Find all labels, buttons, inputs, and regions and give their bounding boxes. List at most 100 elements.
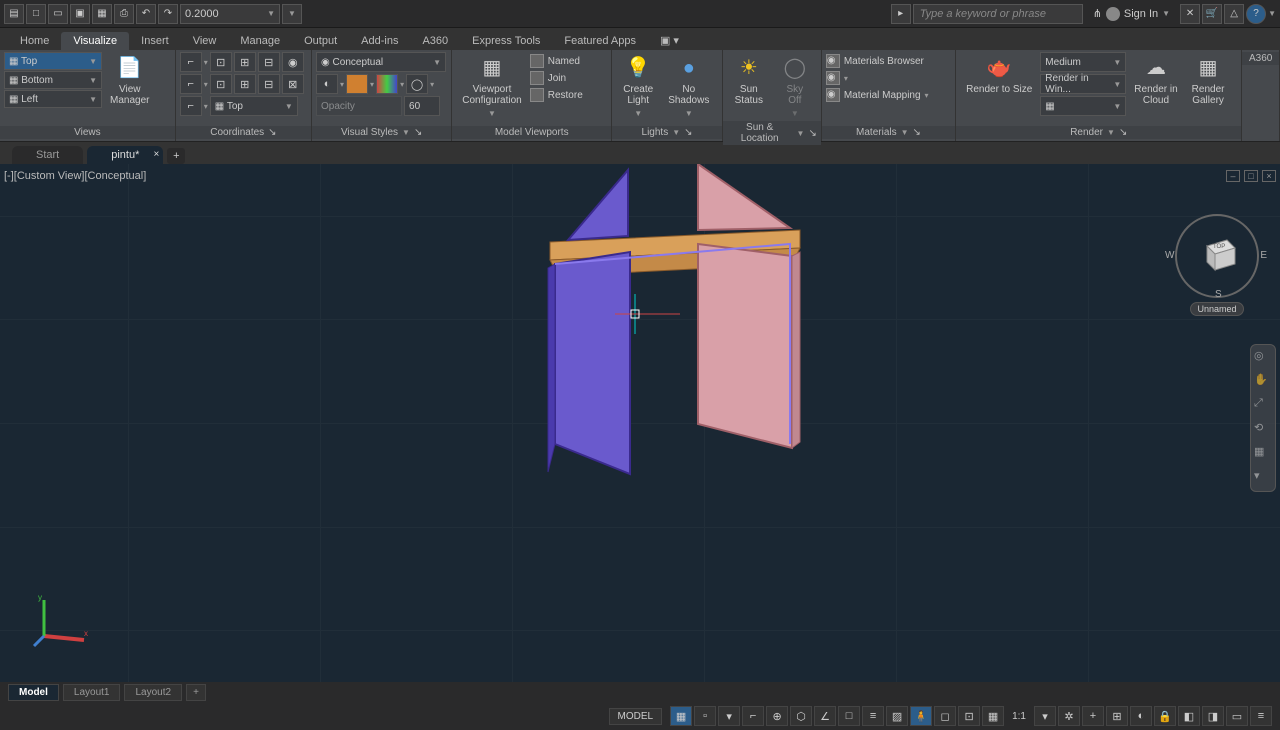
ucs-icon-btn[interactable]: ⌐ [180, 52, 202, 72]
ucs-origin-btn[interactable]: ⊟ [258, 52, 280, 72]
tab-a360[interactable]: A360 [410, 32, 460, 50]
scale-combo[interactable]: 0.2000 ▼ [180, 4, 280, 24]
qat-dropdown[interactable]: ▼ [282, 4, 302, 24]
render-to-size-button[interactable]: 🫖 Render to Size [960, 52, 1038, 97]
selection-filter-icon[interactable]: ▦ [982, 706, 1004, 726]
app-menu-icon[interactable]: ▤ [4, 4, 24, 24]
named-views-list[interactable]: ▦ Top▼ ▦ Bottom▼ ▦ Left▼ [4, 52, 102, 108]
workspace-icon[interactable]: ✲ [1058, 706, 1080, 726]
grid-display-icon[interactable]: ▦ [670, 706, 692, 726]
clean-screen-icon[interactable]: ▭ [1226, 706, 1248, 726]
open-icon[interactable]: ▭ [48, 4, 68, 24]
view-manager-button[interactable]: 📄 View Manager [104, 52, 155, 108]
saveas-icon[interactable]: ▦ [92, 4, 112, 24]
stay-connected-icon[interactable]: △ [1224, 4, 1244, 24]
quick-properties-icon[interactable]: ◐ [1130, 706, 1152, 726]
material-mapping-button[interactable]: ◉Material Mapping ▾ [826, 88, 929, 102]
selection-cycling-icon[interactable]: 🧍 [910, 706, 932, 726]
print-icon[interactable]: ⎙ [114, 4, 134, 24]
annotation-monitor-icon[interactable]: + [1082, 706, 1104, 726]
3d-osnap-icon[interactable]: ◻ [934, 706, 956, 726]
close-tab-icon[interactable]: × [154, 149, 160, 160]
ucs-world-btn[interactable]: ⊡ [210, 52, 232, 72]
search-dropdown[interactable]: ▸ [891, 4, 911, 24]
annotation-dropdown-icon[interactable]: ▾ [1034, 706, 1056, 726]
transparency-icon[interactable]: ▨ [886, 706, 908, 726]
ortho-mode-icon[interactable]: ⌐ [742, 706, 764, 726]
ribbon-expand-icon[interactable]: ▣ ▾ [648, 31, 691, 50]
isodraft-icon[interactable]: ⬡ [790, 706, 812, 726]
snap-dropdown-icon[interactable]: ▾ [718, 706, 740, 726]
materials-toggle-button[interactable]: ◉▾ [826, 71, 848, 85]
materials-browser-button[interactable]: ◉Materials Browser [826, 54, 924, 68]
drawing-canvas[interactable]: [-][Custom View][Conceptual] – □ × x [0, 164, 1280, 682]
exchange-icon[interactable]: ✕ [1180, 4, 1200, 24]
isolate-objects-icon[interactable]: ◧ [1178, 706, 1200, 726]
tab-addins[interactable]: Add-ins [349, 32, 410, 50]
lock-ui-icon[interactable]: 🔒 [1154, 706, 1176, 726]
dynamic-ucs-icon[interactable]: ⊡ [958, 706, 980, 726]
tab-express[interactable]: Express Tools [460, 32, 552, 50]
ucs-object-btn[interactable]: ◉ [282, 52, 304, 72]
model-space-button[interactable]: MODEL [609, 708, 663, 725]
ucs-prev-btn[interactable]: ⊞ [234, 52, 256, 72]
tab-featured[interactable]: Featured Apps [552, 32, 648, 50]
tab-view[interactable]: View [181, 32, 229, 50]
panel-launcher-icon[interactable]: ↘ [684, 127, 692, 138]
showmotion-icon[interactable]: ▦ [1254, 445, 1272, 463]
render-env-button[interactable]: ▦▼ [1040, 96, 1126, 116]
search-input[interactable]: Type a keyword or phrase [913, 4, 1083, 24]
pan-icon[interactable]: ✋ [1254, 373, 1272, 391]
hardware-accel-icon[interactable]: ◨ [1202, 706, 1224, 726]
units-icon[interactable]: ⊞ [1106, 706, 1128, 726]
render-in-combo[interactable]: Render in Win...▼ [1040, 74, 1126, 94]
ucs-3point-btn[interactable]: ⌐ [180, 96, 202, 116]
new-icon[interactable]: □ [26, 4, 46, 24]
ucs-y-btn[interactable]: ⊡ [210, 74, 232, 94]
tab-document[interactable]: pintu*× [87, 146, 163, 164]
orbit-icon[interactable]: ⟲ [1254, 421, 1272, 439]
cart-icon[interactable]: 🛒 [1202, 4, 1222, 24]
view-bottom[interactable]: ▦ Bottom▼ [4, 71, 102, 89]
ucs-x-btn[interactable]: ⌐ [180, 74, 202, 94]
edge-style-btn[interactable] [376, 74, 398, 94]
viewport-join-button[interactable]: Join [530, 71, 583, 85]
panel-launcher-icon[interactable]: ↘ [913, 127, 921, 138]
opacity-value[interactable]: 60 [404, 96, 440, 116]
viewport-restore-button[interactable]: Restore [530, 88, 583, 102]
2d-osnap-icon[interactable]: □ [838, 706, 860, 726]
osnap-tracking-icon[interactable]: ∠ [814, 706, 836, 726]
panel-launcher-icon[interactable]: ↘ [808, 128, 816, 139]
add-tab-button[interactable]: + [167, 148, 185, 164]
ucs-face-btn[interactable]: ⊠ [282, 74, 304, 94]
sun-status-button[interactable]: ☀ Sun Status [727, 52, 771, 108]
lighting-btn[interactable]: ◯ [406, 74, 428, 94]
ucs-z-btn[interactable]: ⊞ [234, 74, 256, 94]
full-nav-wheel-icon[interactable]: ◎ [1254, 349, 1272, 367]
add-layout-button[interactable]: + [186, 684, 206, 701]
lineweight-icon[interactable]: ≡ [862, 706, 884, 726]
navbar-dropdown-icon[interactable]: ▾ [1254, 469, 1272, 487]
polar-tracking-icon[interactable]: ⊕ [766, 706, 788, 726]
customization-icon[interactable]: ≡ [1250, 706, 1272, 726]
viewcube[interactable]: W E S TOP Unnamed [1172, 214, 1262, 316]
face-color-btn[interactable] [346, 74, 368, 94]
face-style-btn[interactable]: ◐ [316, 74, 338, 94]
view-left[interactable]: ▦ Left▼ [4, 90, 102, 108]
viewport-named-button[interactable]: Named [530, 54, 583, 68]
tab-home[interactable]: Home [8, 32, 61, 50]
render-in-cloud-button[interactable]: ☁ Render in Cloud [1128, 52, 1183, 108]
panel-launcher-icon[interactable]: ↘ [268, 127, 276, 138]
help-icon[interactable]: ? [1246, 4, 1266, 24]
annotation-scale[interactable]: 1:1 [1006, 709, 1032, 724]
visual-style-combo[interactable]: ◉ Conceptual▼ [316, 52, 446, 72]
tab-output[interactable]: Output [292, 32, 349, 50]
tab-insert[interactable]: Insert [129, 32, 181, 50]
viewport-config-button[interactable]: ▦ Viewport Configuration ▼ [456, 52, 527, 121]
signin-button[interactable]: ⋔ Sign In ▼ [1085, 7, 1178, 21]
zoom-extents-icon[interactable]: ⤢ [1254, 397, 1272, 415]
sky-off-button[interactable]: ◯ Sky Off ▼ [773, 52, 817, 121]
save-icon[interactable]: ▣ [70, 4, 90, 24]
tab-layout2[interactable]: Layout2 [124, 684, 182, 701]
tab-layout1[interactable]: Layout1 [63, 684, 121, 701]
